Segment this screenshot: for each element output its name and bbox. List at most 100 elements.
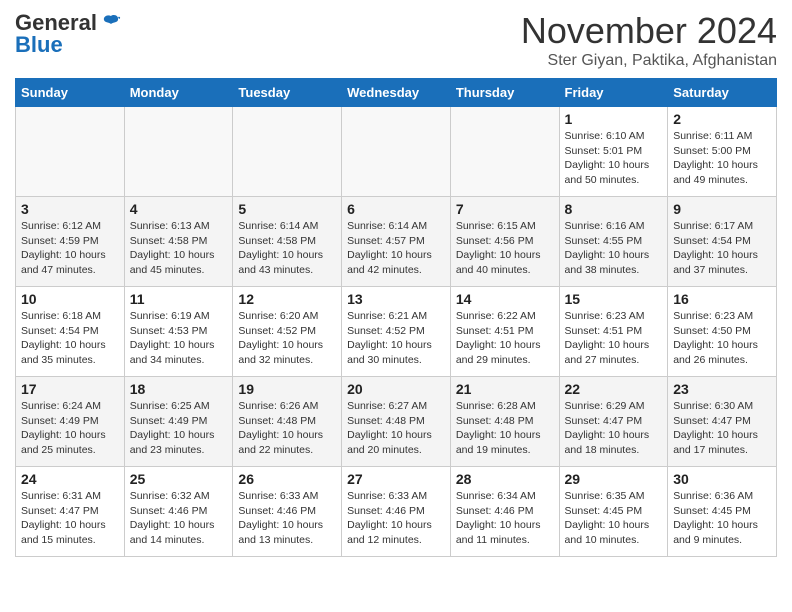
day-number: 24 xyxy=(21,471,119,487)
day-number: 19 xyxy=(238,381,336,397)
day-info: Sunrise: 6:12 AM Sunset: 4:59 PM Dayligh… xyxy=(21,219,119,278)
logo: General Blue xyxy=(15,10,121,58)
day-number: 23 xyxy=(673,381,771,397)
day-cell xyxy=(233,107,342,197)
day-cell: 14 Sunrise: 6:22 AM Sunset: 4:51 PM Dayli… xyxy=(450,287,559,377)
day-number: 30 xyxy=(673,471,771,487)
day-cell: 15Sunrise: 6:23 AM Sunset: 4:51 PM Dayli… xyxy=(559,287,668,377)
day-info: Sunrise: 6:26 AM Sunset: 4:48 PM Dayligh… xyxy=(238,399,336,458)
day-info: Sunrise: 6:34 AM Sunset: 4:46 PM Dayligh… xyxy=(456,489,554,548)
day-cell: 9Sunrise: 6:17 AM Sunset: 4:54 PM Daylig… xyxy=(668,197,777,287)
day-info: Sunrise: 6:11 AM Sunset: 5:00 PM Dayligh… xyxy=(673,129,771,188)
day-cell: 5 Sunrise: 6:14 AM Sunset: 4:58 PM Daylig… xyxy=(233,197,342,287)
day-info: Sunrise: 6:23 AM Sunset: 4:50 PM Dayligh… xyxy=(673,309,771,368)
day-number: 13 xyxy=(347,291,445,307)
day-number: 1 xyxy=(565,111,663,127)
week-row-1: 3 Sunrise: 6:12 AM Sunset: 4:59 PM Daylig… xyxy=(16,197,777,287)
day-info: Sunrise: 6:31 AM Sunset: 4:47 PM Dayligh… xyxy=(21,489,119,548)
day-cell: 10 Sunrise: 6:18 AM Sunset: 4:54 PM Dayli… xyxy=(16,287,125,377)
day-info: Sunrise: 6:28 AM Sunset: 4:48 PM Dayligh… xyxy=(456,399,554,458)
day-info: Sunrise: 6:10 AM Sunset: 5:01 PM Dayligh… xyxy=(565,129,663,188)
day-cell xyxy=(16,107,125,197)
day-number: 28 xyxy=(456,471,554,487)
week-row-2: 10 Sunrise: 6:18 AM Sunset: 4:54 PM Dayli… xyxy=(16,287,777,377)
col-thursday: Thursday xyxy=(450,79,559,107)
day-info: Sunrise: 6:36 AM Sunset: 4:45 PM Dayligh… xyxy=(673,489,771,548)
day-number: 11 xyxy=(130,291,228,307)
day-cell: 4 Sunrise: 6:13 AM Sunset: 4:58 PM Daylig… xyxy=(124,197,233,287)
day-number: 4 xyxy=(130,201,228,217)
day-number: 2 xyxy=(673,111,771,127)
col-saturday: Saturday xyxy=(668,79,777,107)
month-title: November 2024 xyxy=(521,10,777,52)
day-number: 9 xyxy=(673,201,771,217)
day-number: 27 xyxy=(347,471,445,487)
day-number: 14 xyxy=(456,291,554,307)
day-cell: 29 Sunrise: 6:35 AM Sunset: 4:45 PM Dayli… xyxy=(559,467,668,557)
subtitle: Ster Giyan, Paktika, Afghanistan xyxy=(521,52,777,70)
col-friday: Friday xyxy=(559,79,668,107)
day-info: Sunrise: 6:25 AM Sunset: 4:49 PM Dayligh… xyxy=(130,399,228,458)
day-number: 22 xyxy=(565,381,663,397)
header-row: SundayMondayTuesdayWednesdayThursdayFrid… xyxy=(16,79,777,107)
day-cell: 7 Sunrise: 6:15 AM Sunset: 4:56 PM Daylig… xyxy=(450,197,559,287)
day-info: Sunrise: 6:33 AM Sunset: 4:46 PM Dayligh… xyxy=(238,489,336,548)
day-number: 8 xyxy=(565,201,663,217)
day-info: Sunrise: 6:16 AM Sunset: 4:55 PM Dayligh… xyxy=(565,219,663,278)
day-cell xyxy=(342,107,451,197)
day-number: 12 xyxy=(238,291,336,307)
day-info: Sunrise: 6:27 AM Sunset: 4:48 PM Dayligh… xyxy=(347,399,445,458)
day-info: Sunrise: 6:21 AM Sunset: 4:52 PM Dayligh… xyxy=(347,309,445,368)
header: General Blue November 2024 Ster Giyan, P… xyxy=(15,10,777,70)
day-info: Sunrise: 6:14 AM Sunset: 4:58 PM Dayligh… xyxy=(238,219,336,278)
day-info: Sunrise: 6:33 AM Sunset: 4:46 PM Dayligh… xyxy=(347,489,445,548)
logo-blue-text: Blue xyxy=(15,32,63,58)
logo-bird-icon xyxy=(99,12,121,34)
day-info: Sunrise: 6:19 AM Sunset: 4:53 PM Dayligh… xyxy=(130,309,228,368)
day-cell: 8 Sunrise: 6:16 AM Sunset: 4:55 PM Daylig… xyxy=(559,197,668,287)
week-row-4: 24 Sunrise: 6:31 AM Sunset: 4:47 PM Dayli… xyxy=(16,467,777,557)
day-number: 20 xyxy=(347,381,445,397)
day-number: 17 xyxy=(21,381,119,397)
day-cell: 17 Sunrise: 6:24 AM Sunset: 4:49 PM Dayli… xyxy=(16,377,125,467)
day-info: Sunrise: 6:14 AM Sunset: 4:57 PM Dayligh… xyxy=(347,219,445,278)
calendar-table: SundayMondayTuesdayWednesdayThursdayFrid… xyxy=(15,78,777,557)
day-info: Sunrise: 6:35 AM Sunset: 4:45 PM Dayligh… xyxy=(565,489,663,548)
day-number: 7 xyxy=(456,201,554,217)
day-info: Sunrise: 6:22 AM Sunset: 4:51 PM Dayligh… xyxy=(456,309,554,368)
week-row-3: 17 Sunrise: 6:24 AM Sunset: 4:49 PM Dayli… xyxy=(16,377,777,467)
day-number: 6 xyxy=(347,201,445,217)
day-number: 25 xyxy=(130,471,228,487)
day-number: 5 xyxy=(238,201,336,217)
title-area: November 2024 Ster Giyan, Paktika, Afgha… xyxy=(521,10,777,70)
day-info: Sunrise: 6:15 AM Sunset: 4:56 PM Dayligh… xyxy=(456,219,554,278)
day-info: Sunrise: 6:13 AM Sunset: 4:58 PM Dayligh… xyxy=(130,219,228,278)
day-number: 29 xyxy=(565,471,663,487)
day-cell: 20 Sunrise: 6:27 AM Sunset: 4:48 PM Dayli… xyxy=(342,377,451,467)
day-cell: 26Sunrise: 6:33 AM Sunset: 4:46 PM Dayli… xyxy=(233,467,342,557)
col-monday: Monday xyxy=(124,79,233,107)
day-info: Sunrise: 6:29 AM Sunset: 4:47 PM Dayligh… xyxy=(565,399,663,458)
day-cell: 6 Sunrise: 6:14 AM Sunset: 4:57 PM Daylig… xyxy=(342,197,451,287)
day-number: 3 xyxy=(21,201,119,217)
day-cell: 16 Sunrise: 6:23 AM Sunset: 4:50 PM Dayli… xyxy=(668,287,777,377)
day-cell xyxy=(124,107,233,197)
day-cell: 23 Sunrise: 6:30 AM Sunset: 4:47 PM Dayli… xyxy=(668,377,777,467)
day-cell: 30 Sunrise: 6:36 AM Sunset: 4:45 PM Dayli… xyxy=(668,467,777,557)
day-info: Sunrise: 6:30 AM Sunset: 4:47 PM Dayligh… xyxy=(673,399,771,458)
day-number: 10 xyxy=(21,291,119,307)
day-info: Sunrise: 6:32 AM Sunset: 4:46 PM Dayligh… xyxy=(130,489,228,548)
day-info: Sunrise: 6:20 AM Sunset: 4:52 PM Dayligh… xyxy=(238,309,336,368)
day-info: Sunrise: 6:24 AM Sunset: 4:49 PM Dayligh… xyxy=(21,399,119,458)
day-cell: 21 Sunrise: 6:28 AM Sunset: 4:48 PM Dayli… xyxy=(450,377,559,467)
day-cell xyxy=(450,107,559,197)
day-info: Sunrise: 6:18 AM Sunset: 4:54 PM Dayligh… xyxy=(21,309,119,368)
day-cell: 25 Sunrise: 6:32 AM Sunset: 4:46 PM Dayli… xyxy=(124,467,233,557)
day-cell: 27 Sunrise: 6:33 AM Sunset: 4:46 PM Dayli… xyxy=(342,467,451,557)
day-info: Sunrise: 6:23 AM Sunset: 4:51 PM Dayligh… xyxy=(565,309,663,368)
day-number: 16 xyxy=(673,291,771,307)
day-cell: 2 Sunrise: 6:11 AM Sunset: 5:00 PM Daylig… xyxy=(668,107,777,197)
day-cell: 13 Sunrise: 6:21 AM Sunset: 4:52 PM Dayli… xyxy=(342,287,451,377)
day-number: 21 xyxy=(456,381,554,397)
day-cell: 3 Sunrise: 6:12 AM Sunset: 4:59 PM Daylig… xyxy=(16,197,125,287)
